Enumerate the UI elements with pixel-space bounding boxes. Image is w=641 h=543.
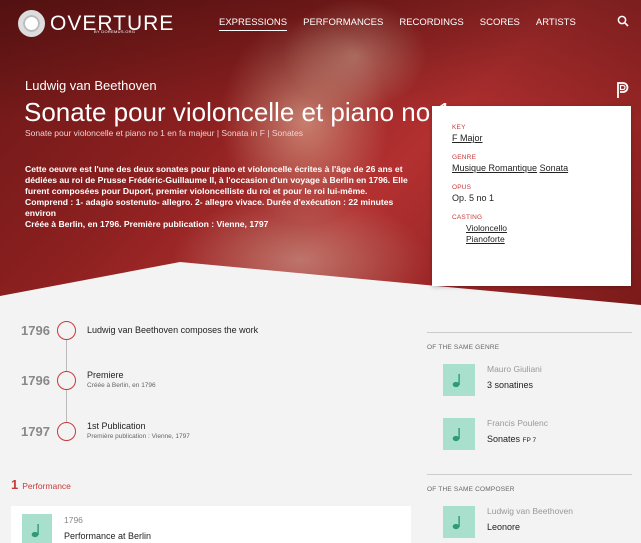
related-work-title: Leonore: [487, 522, 521, 532]
timeline-dot-icon: [57, 371, 76, 390]
casting-link[interactable]: Violoncello: [466, 223, 611, 234]
top-navigation: OVERTURE BY DOREMUS.ORG EXPRESSIONS PERF…: [0, 0, 641, 50]
opus-value: Op. 5 no 1: [452, 193, 495, 203]
description-paragraph: Comprend : 1- adagio sostenuto- allegro.…: [25, 197, 394, 218]
performance-card[interactable]: 1796 Performance at Berlin: [11, 506, 411, 543]
work-info-card: KEY F Major GENRE Musique Romantique Son…: [432, 106, 631, 286]
related-work-item[interactable]: Ludwig van Beethoven Leonore: [443, 506, 632, 538]
key-value: F Major: [452, 133, 611, 143]
key-link[interactable]: F Major: [452, 133, 483, 143]
section-divider: [427, 474, 632, 475]
music-note-icon: [31, 524, 39, 538]
p-logo-icon[interactable]: [616, 81, 630, 99]
music-note-icon: [452, 428, 460, 442]
genre-link[interactable]: Musique Romantique: [452, 163, 537, 173]
timeline-year: 1797: [21, 424, 50, 439]
timeline-item: 1796 Premiere Créée à Berlin, en 1796: [0, 370, 420, 400]
genre-label: GENRE: [452, 154, 477, 161]
timeline-item: 1797 1st Publication Première publicatio…: [0, 421, 420, 451]
search-icon[interactable]: [617, 15, 629, 27]
related-work-item[interactable]: Francis Poulenc Sonates FP 7: [443, 418, 632, 450]
related-work-composer: Francis Poulenc: [487, 418, 548, 428]
music-note-icon: [452, 374, 460, 388]
description-paragraph: Cette oeuvre est l'une des deux sonates …: [25, 164, 408, 196]
key-label: KEY: [452, 124, 466, 131]
related-work-item[interactable]: Mauro Giuliani 3 sonatines: [443, 364, 632, 396]
timeline-title: Ludwig van Beethoven composes the work: [87, 325, 259, 335]
opus-label: OPUS: [452, 184, 472, 191]
nav-link-performances[interactable]: PERFORMANCES: [303, 17, 383, 31]
work-description: Cette oeuvre est l'une des deux sonates …: [25, 164, 420, 230]
related-work-title: 3 sonatines: [487, 380, 534, 390]
work-timeline: 1796 Ludwig van Beethoven composes the w…: [0, 310, 420, 460]
section-divider: [427, 332, 632, 333]
timeline-subtitle: Créée à Berlin, en 1796: [87, 382, 156, 389]
logo-subtext: BY DOREMUS.ORG: [94, 29, 136, 34]
timeline-year: 1796: [21, 373, 50, 388]
performance-label: Performance: [22, 481, 71, 491]
timeline-item: 1796 Ludwig van Beethoven composes the w…: [0, 321, 420, 351]
casting-link[interactable]: Pianoforte: [466, 234, 611, 245]
description-paragraph: Créée à Berlin, en 1796. Première public…: [25, 219, 269, 229]
performance-count: 1: [11, 477, 19, 492]
genre-link[interactable]: Sonata: [540, 163, 569, 173]
related-work-title: Sonates FP 7: [487, 434, 536, 444]
work-subtitle: Sonate pour violoncelle et piano no 1 en…: [25, 128, 304, 138]
timeline-dot-icon: [57, 422, 76, 441]
related-work-name: Sonates: [487, 434, 521, 444]
work-thumbnail: [443, 418, 475, 450]
page-title: Sonate pour violoncelle et piano no 1: [24, 97, 452, 127]
timeline-title: Premiere: [87, 370, 124, 380]
performance-title: Performance at Berlin: [64, 531, 152, 541]
related-work-composer: Ludwig van Beethoven: [487, 506, 574, 516]
genre-value: Musique Romantique Sonata: [452, 163, 611, 173]
same-genre-section: OF THE SAME GENRE Mauro Giuliani 3 sonat…: [427, 332, 632, 462]
nav-links: EXPRESSIONS PERFORMANCES RECORDINGS SCOR…: [219, 17, 592, 31]
nav-link-scores[interactable]: SCORES: [480, 17, 520, 31]
work-thumbnail: [443, 364, 475, 396]
nav-link-expressions[interactable]: EXPRESSIONS: [219, 17, 288, 31]
work-thumbnail: [443, 506, 475, 538]
nav-link-recordings[interactable]: RECORDINGS: [399, 17, 463, 31]
composer-name[interactable]: Ludwig van Beethoven: [25, 78, 157, 93]
timeline-title: 1st Publication: [87, 421, 146, 431]
performance-thumbnail: [22, 514, 52, 543]
performance-year: 1796: [64, 515, 83, 525]
timeline-dot-icon: [57, 321, 76, 340]
nav-link-artists[interactable]: ARTISTS: [536, 17, 576, 31]
music-note-icon: [452, 516, 460, 530]
performance-section-header: 1 Performance: [11, 477, 71, 492]
casting-list: Violoncello Pianoforte: [466, 223, 611, 245]
related-work-composer: Mauro Giuliani: [487, 364, 542, 374]
logo-circle-icon: [18, 10, 45, 37]
same-genre-title: OF THE SAME GENRE: [427, 344, 500, 351]
timeline-year: 1796: [21, 323, 50, 338]
same-composer-title: OF THE SAME COMPOSER: [427, 486, 515, 493]
same-composer-section: OF THE SAME COMPOSER Ludwig van Beethove…: [427, 474, 632, 543]
casting-label: CASTING: [452, 214, 483, 221]
timeline-subtitle: Première publication : Vienne, 1797: [87, 433, 190, 440]
related-work-catalog: FP 7: [522, 437, 537, 444]
